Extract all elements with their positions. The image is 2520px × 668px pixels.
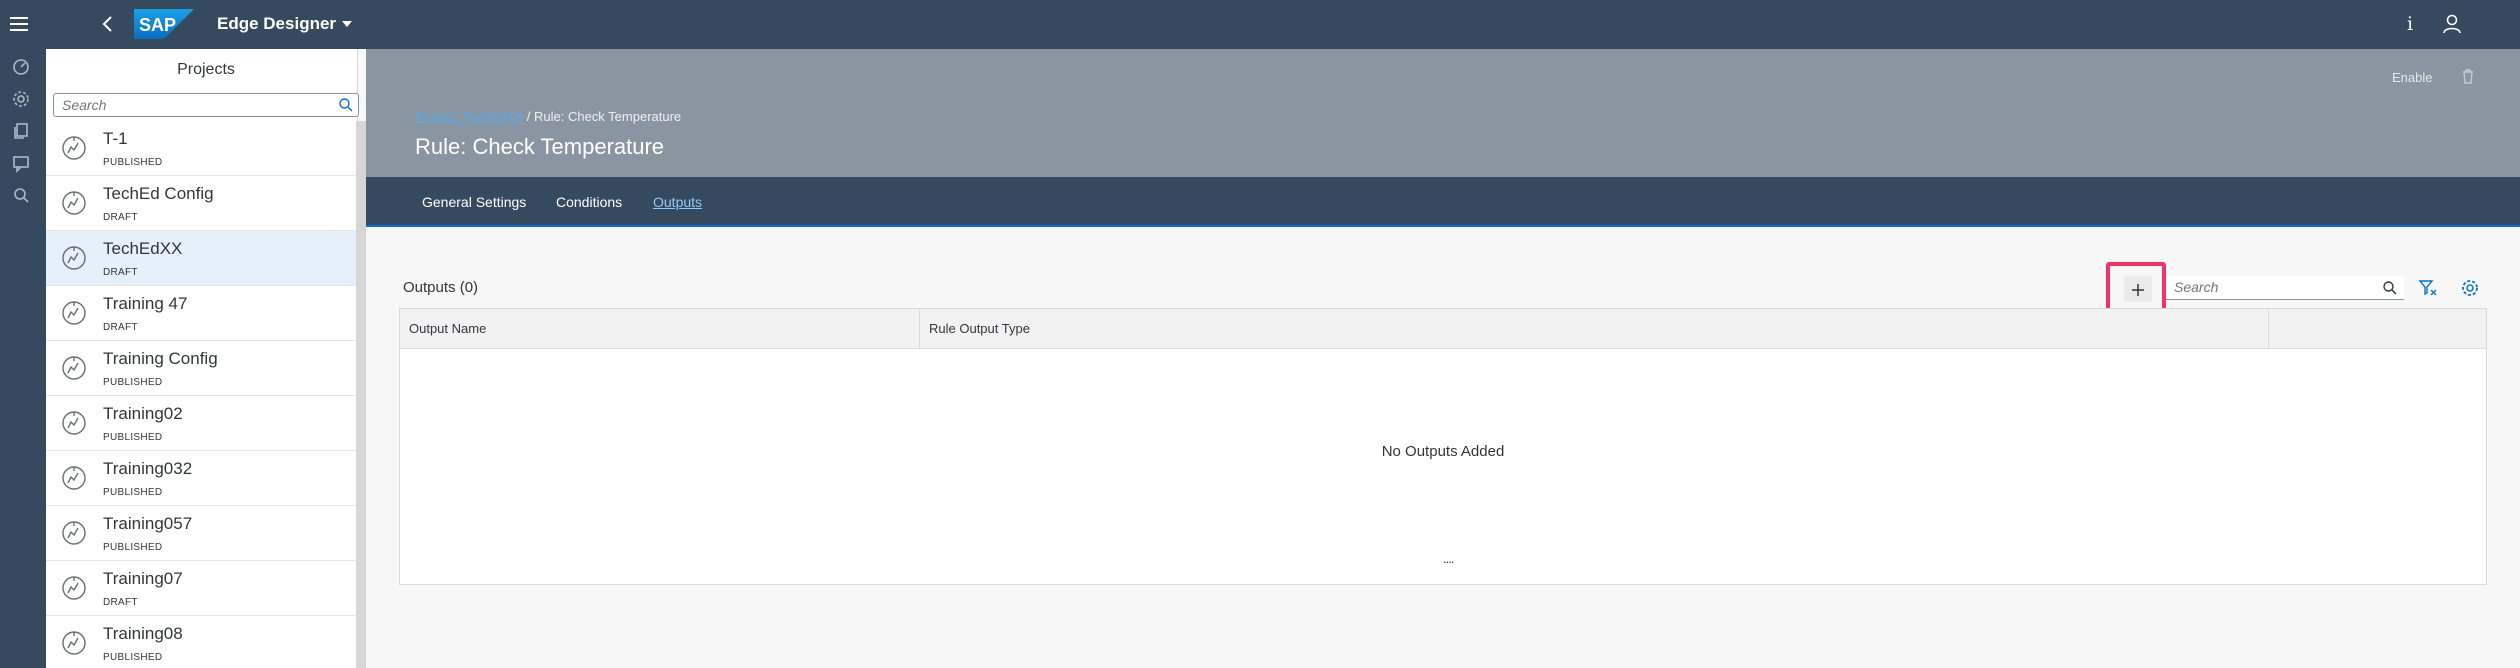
app-title-menu[interactable]: Edge Designer bbox=[217, 14, 353, 34]
column-output-name[interactable]: Output Name bbox=[400, 309, 920, 349]
menu-icon[interactable] bbox=[10, 17, 28, 31]
projects-list: T-1 PUBLISHED TechEd Config DRAFT TechEd… bbox=[46, 121, 356, 668]
sap-logo: SAP bbox=[134, 9, 194, 39]
project-list-item[interactable]: Training057 PUBLISHED bbox=[46, 506, 356, 561]
project-name: Training 47 bbox=[103, 294, 188, 313]
project-icon bbox=[62, 466, 86, 490]
projects-search[interactable] bbox=[53, 93, 359, 117]
user-icon[interactable] bbox=[2440, 12, 2464, 36]
project-status: PUBLISHED bbox=[103, 157, 163, 168]
empty-state-text: No Outputs Added bbox=[1381, 443, 1505, 460]
tab-outputs[interactable]: Outputs bbox=[653, 194, 702, 210]
project-name: Training08 bbox=[103, 624, 183, 643]
project-list-item[interactable]: Training032 PUBLISHED bbox=[46, 451, 356, 506]
project-list-item[interactable]: T-1 PUBLISHED bbox=[46, 121, 356, 176]
projects-title: Projects bbox=[177, 61, 235, 78]
project-status: DRAFT bbox=[103, 267, 138, 278]
project-list-item[interactable]: Training08 PUBLISHED bbox=[46, 616, 356, 668]
back-icon[interactable] bbox=[96, 12, 120, 36]
project-status: PUBLISHED bbox=[103, 377, 163, 388]
project-icon bbox=[62, 136, 86, 160]
project-list-item[interactable]: TechEd Config DRAFT bbox=[46, 176, 356, 231]
projects-scrollbar[interactable] bbox=[356, 121, 366, 668]
project-list-item[interactable]: Training 47 DRAFT bbox=[46, 286, 356, 341]
project-icon bbox=[62, 576, 86, 600]
project-status: PUBLISHED bbox=[103, 432, 163, 443]
delete-icon[interactable] bbox=[2458, 66, 2478, 86]
settings-icon[interactable] bbox=[2458, 276, 2482, 300]
dashboard-icon[interactable] bbox=[9, 55, 33, 79]
project-icon bbox=[62, 411, 86, 435]
project-name: T-1 bbox=[103, 129, 128, 148]
outputs-section: Outputs (0) Output Name Rule Output Type… bbox=[366, 229, 2520, 668]
project-name: Training07 bbox=[103, 569, 183, 588]
resize-grabber[interactable]: .... bbox=[1443, 551, 1454, 566]
projects-search-input[interactable] bbox=[54, 94, 324, 116]
project-name: Training057 bbox=[103, 514, 193, 533]
project-status: PUBLISHED bbox=[103, 652, 163, 663]
search-settings-icon[interactable] bbox=[9, 183, 33, 207]
breadcrumb: Project: TechEdXX / Rule: Check Temperat… bbox=[415, 109, 681, 124]
tab-general-settings[interactable]: General Settings bbox=[422, 194, 526, 210]
tab-conditions[interactable]: Conditions bbox=[556, 194, 622, 210]
project-name: Training02 bbox=[103, 404, 183, 423]
message-icon[interactable] bbox=[9, 151, 33, 175]
project-icon bbox=[62, 356, 86, 380]
object-header: Enable Project: TechEdXX / Rule: Check T… bbox=[366, 49, 2520, 177]
project-name: TechEdXX bbox=[103, 239, 183, 258]
project-status: DRAFT bbox=[103, 322, 138, 333]
projects-panel: Projects T-1 PUBLISHED TechEd Config DRA… bbox=[46, 49, 366, 668]
page-title: Rule: Check Temperature bbox=[415, 134, 665, 159]
svg-text:SAP: SAP bbox=[139, 15, 176, 35]
table-header: Output Name Rule Output Type bbox=[400, 309, 2486, 349]
project-status: DRAFT bbox=[103, 597, 138, 608]
project-name: Training Config bbox=[103, 349, 218, 368]
project-status: PUBLISHED bbox=[103, 542, 163, 553]
gear-icon[interactable] bbox=[9, 87, 33, 111]
outputs-title: Outputs (0) bbox=[403, 279, 479, 296]
project-icon bbox=[62, 246, 86, 270]
search-icon[interactable] bbox=[338, 97, 354, 113]
add-output-button[interactable] bbox=[2124, 276, 2152, 302]
project-list-item[interactable]: TechEdXX DRAFT bbox=[46, 231, 356, 286]
column-rule-output-type[interactable]: Rule Output Type bbox=[920, 309, 2269, 349]
info-button[interactable]: i bbox=[2398, 12, 2422, 36]
project-list-item[interactable]: Training02 PUBLISHED bbox=[46, 396, 356, 451]
project-status: PUBLISHED bbox=[103, 487, 163, 498]
project-status: DRAFT bbox=[103, 212, 138, 223]
project-icon bbox=[62, 301, 86, 325]
project-icon bbox=[62, 191, 86, 215]
project-list-item[interactable]: Training Config PUBLISHED bbox=[46, 341, 356, 396]
tab-bar: General Settings Conditions Outputs bbox=[366, 177, 2520, 227]
column-actions bbox=[2269, 309, 2486, 349]
copy-icon[interactable] bbox=[9, 119, 33, 143]
side-navigation bbox=[0, 49, 46, 668]
outputs-table: Output Name Rule Output Type No Outputs … bbox=[399, 308, 2487, 585]
add-icon bbox=[2132, 284, 2144, 296]
outputs-search-input[interactable] bbox=[2166, 276, 2366, 298]
project-name: Training032 bbox=[103, 459, 193, 478]
app-title: Edge Designer bbox=[217, 14, 337, 33]
shell-bar: SAP Edge Designer i bbox=[0, 0, 2520, 49]
project-icon bbox=[62, 521, 86, 545]
breadcrumb-current: / Rule: Check Temperature bbox=[523, 109, 682, 124]
project-icon bbox=[62, 631, 86, 655]
outputs-search[interactable] bbox=[2166, 276, 2404, 300]
search-icon[interactable] bbox=[2382, 280, 2398, 296]
project-list-item[interactable]: Training07 DRAFT bbox=[46, 561, 356, 616]
breadcrumb-project-link[interactable]: Project: TechEdXX bbox=[415, 109, 523, 124]
project-name: TechEd Config bbox=[103, 184, 214, 203]
caret-down-icon bbox=[342, 21, 353, 27]
enable-button[interactable]: Enable bbox=[2392, 70, 2432, 85]
clear-filter-icon[interactable] bbox=[2416, 276, 2440, 300]
